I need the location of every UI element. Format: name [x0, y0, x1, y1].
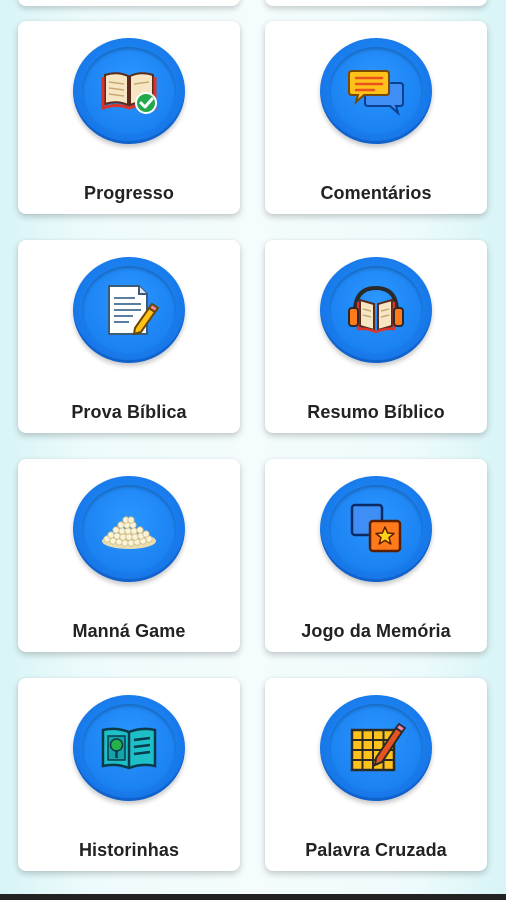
menu-card-palavra-cruzada[interactable]: Palavra Cruzada: [265, 678, 487, 871]
menu-card-label: Progresso: [84, 183, 174, 203]
crossword-icon: [350, 722, 406, 772]
book-check-icon: [101, 72, 157, 114]
menu-card-label: Prova Bíblica: [71, 402, 187, 422]
menu-card-resumo-biblico[interactable]: Resumo Bíblico: [265, 240, 487, 433]
badge: [320, 257, 432, 363]
badge: [320, 695, 432, 801]
badge: [73, 695, 185, 801]
badge: [73, 257, 185, 363]
chat-bubbles-icon: [348, 70, 404, 116]
badge: [320, 476, 432, 582]
menu-card-label: Resumo Bíblico: [307, 402, 445, 422]
badge: [73, 476, 185, 582]
menu-card-comentarios[interactable]: Comentários: [265, 21, 487, 214]
menu-card-label: Comentários: [320, 183, 432, 203]
badge: [320, 38, 432, 144]
menu-card-prova-biblica[interactable]: Prova Bíblica: [18, 240, 240, 433]
menu-card-jogo-da-memoria[interactable]: Jogo da Memória: [265, 459, 487, 652]
menu-card-label: Palavra Cruzada: [305, 840, 447, 860]
memory-cards-icon: [350, 503, 402, 553]
partial-card-top-left: [18, 0, 240, 6]
partial-card-top-right: [265, 0, 487, 6]
storybook-icon: [101, 727, 157, 770]
manna-pile-icon: [102, 516, 156, 549]
menu-card-progresso[interactable]: Progresso: [18, 21, 240, 214]
system-navigation-bar: [0, 894, 506, 900]
audiobook-icon: [348, 285, 404, 334]
menu-card-manna-game[interactable]: Manná Game: [18, 459, 240, 652]
menu-card-label: Historinhas: [78, 840, 180, 860]
badge: [73, 38, 185, 144]
quiz-paper-icon: [108, 285, 159, 336]
menu-card-label: Jogo da Memória: [301, 621, 451, 641]
menu-card-label: Manná Game: [72, 621, 186, 641]
menu-card-historinhas[interactable]: Historinhas: [18, 678, 240, 871]
